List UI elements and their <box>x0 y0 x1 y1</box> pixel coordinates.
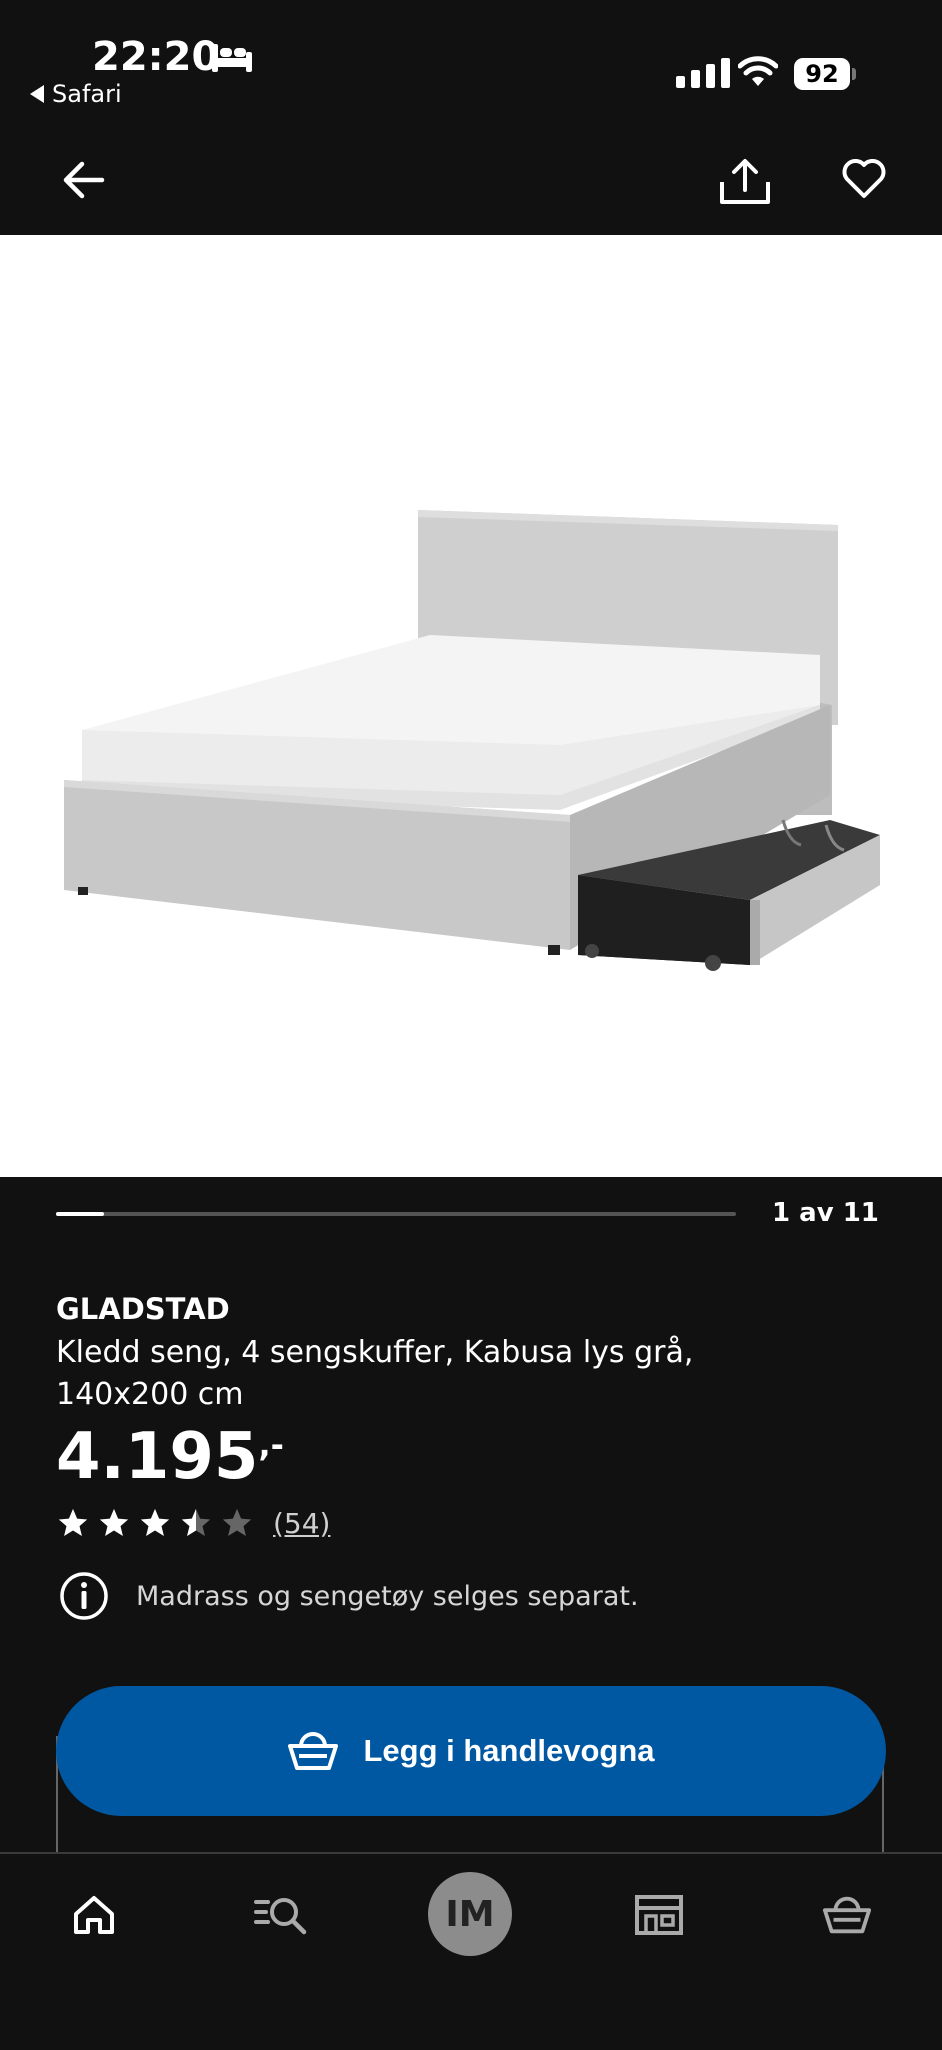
battery-tip <box>852 68 856 80</box>
price-value: 4.195 <box>56 1420 259 1494</box>
info-icon <box>60 1572 108 1620</box>
back-triangle-icon <box>30 85 44 103</box>
product-price: 4.195 ,- <box>56 1420 284 1494</box>
star-half-icon <box>181 1508 211 1537</box>
add-to-cart-button[interactable]: Legg i handlevogna <box>56 1686 886 1816</box>
basket-icon[interactable] <box>822 1894 872 1940</box>
info-text: Madrass og sengetøy selges separat. <box>136 1580 639 1612</box>
basket-icon <box>288 1732 339 1770</box>
review-count-link[interactable]: (54) <box>273 1507 330 1540</box>
gallery-progress-bar <box>56 1212 736 1216</box>
bed-illustration <box>64 510 880 971</box>
store-icon[interactable] <box>634 1894 684 1940</box>
bottom-tab-bar: IM <box>0 1852 942 2050</box>
product-brand: GLADSTAD <box>56 1292 230 1326</box>
wifi-icon <box>737 56 779 92</box>
star-icon <box>99 1508 129 1537</box>
product-image[interactable] <box>0 235 942 1177</box>
arrow-left-icon[interactable] <box>62 160 106 204</box>
star-empty-icon <box>222 1508 252 1537</box>
top-navigation <box>0 120 942 235</box>
back-app-label: Safari <box>52 80 122 108</box>
price-suffix: ,- <box>258 1426 284 1464</box>
status-bar: 22:20 Safari 92 <box>0 0 942 120</box>
battery-indicator: 92 <box>794 58 850 90</box>
product-description: Kledd seng, 4 sengskuffer, Kabusa lys gr… <box>56 1335 694 1412</box>
clock: 22:20 <box>92 34 220 80</box>
share-icon[interactable] <box>718 158 772 210</box>
back-to-safari[interactable]: Safari <box>30 80 122 108</box>
profile-avatar[interactable]: IM <box>428 1872 512 1956</box>
search-icon[interactable] <box>254 1894 310 1942</box>
star-icon <box>140 1508 170 1537</box>
home-icon[interactable] <box>72 1894 116 1940</box>
gallery-progress-fill <box>56 1212 104 1216</box>
heart-icon[interactable] <box>842 158 886 204</box>
star-icon <box>58 1508 88 1537</box>
cellular-signal-icon <box>676 58 730 88</box>
gallery-counter: 1 av 11 <box>772 1198 879 1228</box>
bed-icon <box>210 42 254 78</box>
add-to-cart-label: Legg i handlevogna <box>363 1733 655 1768</box>
product-rating[interactable]: (54) <box>56 1506 330 1540</box>
info-note: Madrass og sengetøy selges separat. <box>58 1570 639 1622</box>
